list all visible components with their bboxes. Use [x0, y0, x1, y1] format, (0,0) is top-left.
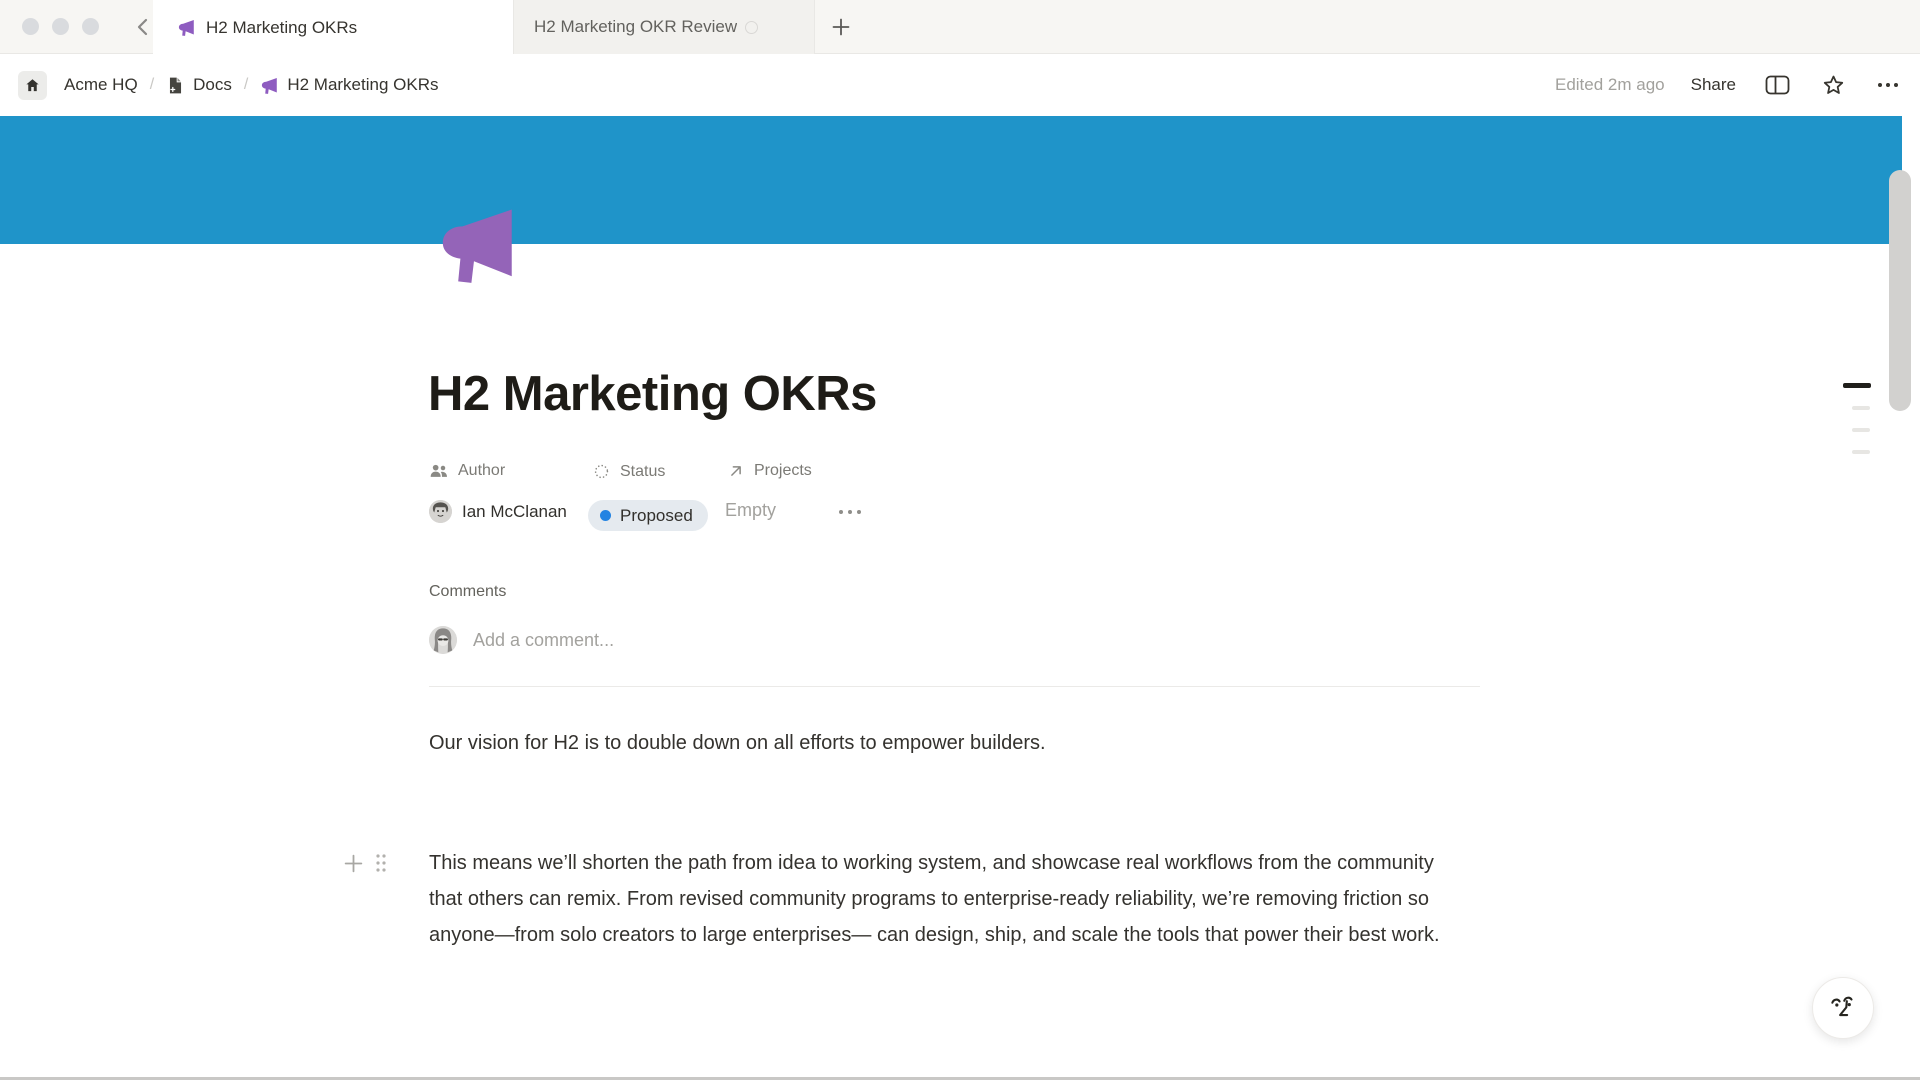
- breadcrumb-label: Docs: [193, 75, 232, 95]
- tab-favicon-icon: [745, 21, 758, 34]
- arrow-up-right-icon: [727, 462, 745, 480]
- side-panel-icon: [1764, 73, 1791, 97]
- status-badge[interactable]: Proposed: [588, 500, 708, 531]
- comments-section-label: Comments: [429, 583, 506, 601]
- add-comment-placeholder: Add a comment...: [473, 630, 614, 651]
- breadcrumb-item-current-page[interactable]: H2 Marketing OKRs: [260, 75, 438, 95]
- tab-label: H2 Marketing OKRs: [206, 18, 357, 38]
- author-value[interactable]: Ian McClanan: [429, 500, 567, 523]
- tab-label: H2 Marketing OKR Review: [534, 17, 737, 37]
- ai-assistant-button[interactable]: [1812, 977, 1874, 1039]
- document-icon: [166, 76, 185, 95]
- tab-h2-marketing-okrs[interactable]: H2 Marketing OKRs: [153, 0, 513, 55]
- home-icon: [18, 71, 47, 100]
- breadcrumb-separator: /: [150, 76, 154, 94]
- toc-item[interactable]: [1852, 428, 1870, 432]
- body-paragraph[interactable]: Our vision for H2 is to double down on a…: [429, 725, 1449, 761]
- property-label: Author: [458, 462, 505, 480]
- window-close-button[interactable]: [22, 18, 39, 35]
- megaphone-icon: [434, 200, 522, 288]
- chevron-left-icon: [135, 17, 151, 37]
- body-paragraph[interactable]: This means we’ll shorten the path from i…: [429, 845, 1449, 953]
- table-of-contents: [1843, 383, 1871, 454]
- plus-icon: [831, 17, 851, 37]
- toggle-side-panel-button[interactable]: [1762, 71, 1793, 99]
- window-minimize-button[interactable]: [52, 18, 69, 35]
- current-user-avatar: [429, 626, 457, 654]
- people-icon: [429, 462, 449, 480]
- breadcrumb-item-acme-hq[interactable]: Acme HQ: [18, 71, 138, 100]
- favorite-button[interactable]: [1819, 71, 1848, 100]
- share-button[interactable]: Share: [1691, 75, 1736, 95]
- projects-value: Empty: [725, 500, 776, 521]
- more-properties-button[interactable]: [837, 504, 863, 520]
- window-zoom-button[interactable]: [82, 18, 99, 35]
- ellipsis-icon: [837, 504, 863, 520]
- breadcrumb-label: Acme HQ: [64, 75, 138, 95]
- status-value: Proposed: [588, 500, 708, 531]
- property-label: Projects: [754, 462, 812, 480]
- property-author[interactable]: Author: [429, 462, 505, 480]
- toc-item[interactable]: [1852, 406, 1870, 410]
- breadcrumb-separator: /: [244, 76, 248, 94]
- page-title[interactable]: H2 Marketing OKRs: [428, 366, 877, 422]
- new-tab-button[interactable]: [828, 14, 854, 40]
- add-block-button[interactable]: [340, 850, 366, 876]
- app-window: H2 Marketing OKRs H2 Marketing OKR Revie…: [0, 0, 1920, 1080]
- tab-h2-marketing-okr-review[interactable]: H2 Marketing OKR Review: [513, 0, 815, 54]
- status-dot-icon: [600, 510, 611, 521]
- add-comment-row[interactable]: Add a comment...: [429, 626, 614, 654]
- property-status[interactable]: Status: [592, 462, 665, 481]
- tab-bar: H2 Marketing OKRs H2 Marketing OKR Revie…: [0, 0, 1920, 54]
- ellipsis-icon: [1876, 81, 1900, 89]
- megaphone-icon: [260, 76, 279, 95]
- toc-item-current[interactable]: [1843, 383, 1871, 388]
- drag-handle[interactable]: [371, 850, 391, 876]
- property-projects[interactable]: Projects: [727, 462, 812, 480]
- breadcrumb-item-docs[interactable]: Docs: [166, 75, 232, 95]
- header-actions: Edited 2m ago Share: [1555, 54, 1902, 116]
- plus-icon: [343, 853, 364, 874]
- breadcrumb-label: H2 Marketing OKRs: [287, 75, 438, 95]
- more-options-button[interactable]: [1874, 79, 1902, 91]
- ai-face-icon: [1826, 991, 1860, 1025]
- projects-empty[interactable]: Empty: [725, 500, 776, 521]
- section-divider: [429, 686, 1480, 687]
- megaphone-icon: [177, 18, 196, 37]
- page-cover[interactable]: [0, 116, 1902, 244]
- status-spinner-icon: [592, 462, 611, 481]
- author-avatar: [429, 500, 452, 523]
- star-icon: [1821, 73, 1846, 98]
- drag-handle-icon: [375, 853, 387, 873]
- edited-timestamp: Edited 2m ago: [1555, 75, 1665, 95]
- status-text: Proposed: [620, 506, 693, 526]
- breadcrumb: Acme HQ / Docs / H2 Marketing OKRs: [18, 54, 439, 116]
- page-header: Acme HQ / Docs / H2 Marketing OKRs Edite…: [0, 54, 1920, 116]
- author-name: Ian McClanan: [462, 502, 567, 522]
- property-label: Status: [620, 463, 665, 481]
- scrollbar-thumb[interactable]: [1889, 170, 1911, 411]
- page-icon-megaphone[interactable]: [434, 200, 522, 288]
- toc-item[interactable]: [1852, 450, 1870, 454]
